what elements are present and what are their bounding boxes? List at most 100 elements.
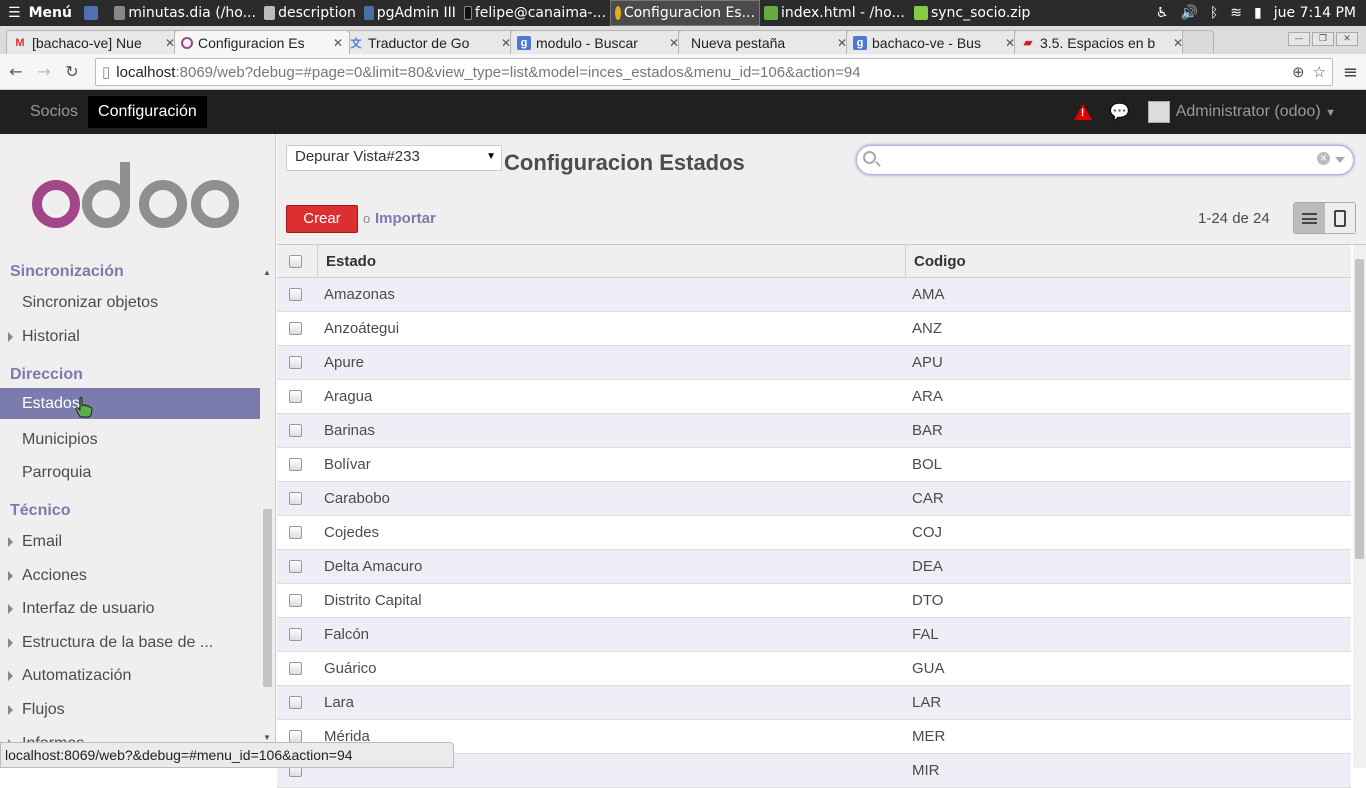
topmenu-socios[interactable]: Socios [20,96,88,128]
taskbar-item[interactable]: minutas.dia (/ho... [110,0,260,26]
create-button[interactable]: Crear [286,205,358,233]
table-row[interactable]: Guárico GUA [277,652,1351,686]
column-header-codigo[interactable]: Codigo [914,253,966,270]
reload-icon[interactable]: ↻ [58,62,86,81]
browser-tab[interactable]: Nueva pestaña ✕ [678,30,854,54]
row-checkbox[interactable] [289,560,302,573]
table-row[interactable]: Aragua ARA [277,380,1351,414]
main-scrollbar[interactable] [1353,245,1366,768]
back-icon[interactable]: ← [2,62,30,81]
row-checkbox[interactable] [289,322,302,335]
table-row[interactable]: Cojedes COJ [277,516,1351,550]
cell-codigo: CAR [912,490,944,507]
chat-icon[interactable]: 💬 [1110,102,1130,122]
table-row[interactable]: Lara LAR [277,686,1351,720]
taskbar-item[interactable]: sync_socio.zip [910,0,1040,26]
taskbar-item[interactable]: index.html - /ho... [760,0,910,26]
warning-icon[interactable]: ! [1073,104,1092,120]
taskbar-item[interactable]: felipe@canaima-... [460,0,610,26]
row-checkbox[interactable] [289,424,302,437]
browser-tab[interactable]: ▰ 3.5. Espacios en b ✕ [1014,30,1190,54]
browser-tab[interactable]: g bachaco-ve - Bus ✕ [846,30,1022,54]
sidebar-item-automatizacion[interactable]: Automatización [0,660,260,691]
row-checkbox[interactable] [289,628,302,641]
browser-menu-icon[interactable]: ≡ [1343,62,1358,83]
bookmark-star-icon[interactable]: ☆ [1313,63,1326,81]
search-input[interactable] [883,150,1303,170]
clear-search-icon[interactable]: ✕ [1317,152,1330,165]
close-tab-icon[interactable]: ✕ [333,36,343,50]
sidebar-item-sincronizar-objetos[interactable]: Sincronizar objetos [0,287,260,318]
main-content: Depurar Vista#233 ▼ Configuracion Estado… [277,134,1366,788]
wifi-icon[interactable]: ≋ [1230,5,1242,21]
row-checkbox[interactable] [289,390,302,403]
table-row[interactable]: Carabobo CAR [277,482,1351,516]
column-header-estado[interactable]: Estado [326,253,376,270]
table-row[interactable]: Amazonas AMA [277,278,1351,312]
address-bar[interactable]: ▯ localhost:8069/web?debug=#page=0&limit… [95,58,1333,86]
minimize-icon[interactable]: — [1288,32,1310,46]
maximize-icon[interactable]: ❐ [1312,32,1334,46]
sidebar-item-estados[interactable]: Estados [0,388,260,419]
list-view-button[interactable] [1294,203,1325,233]
table-row[interactable]: Bolívar BOL [277,448,1351,482]
os-menu-button[interactable]: ☰ Menú [0,0,80,26]
browser-tab[interactable]: 文 Traductor de Go ✕ [342,30,518,54]
row-checkbox[interactable] [289,356,302,369]
bluetooth-icon[interactable]: ᛒ [1210,5,1218,21]
row-checkbox[interactable] [289,662,302,675]
browser-tab[interactable]: M [bachaco-ve] Nue ✕ [6,30,182,54]
row-checkbox[interactable] [289,492,302,505]
forward-icon[interactable]: → [30,62,58,81]
sidebar-item-municipios[interactable]: Municipios [0,424,260,455]
search-box[interactable]: ✕ [856,145,1354,175]
zoom-icon[interactable]: ⊕ [1292,63,1305,81]
taskbar-item[interactable] [80,0,110,26]
sidebar-item-parroquia[interactable]: Parroquia [0,457,260,488]
row-checkbox[interactable] [289,594,302,607]
sidebar-item-historial[interactable]: Historial [0,321,260,352]
taskbar-item[interactable]: pgAdmin III [360,0,460,26]
import-link[interactable]: Importar [375,210,436,227]
sidebar-section-direccion: Direccion [10,366,83,383]
sidebar-item-email[interactable]: Email [0,526,260,557]
sidebar-scrollbar[interactable]: ▲ ▼ [261,259,274,764]
debug-view-select[interactable]: Depurar Vista#233 ▼ [286,145,502,171]
chrome-icon [614,6,621,20]
user-menu[interactable]: Administrator (odoo) ▼ [1147,101,1336,123]
table-row[interactable]: Delta Amacuro DEA [277,550,1351,584]
sidebar-item-acciones[interactable]: Acciones [0,560,260,591]
accessibility-icon[interactable]: ♿ [1156,5,1169,21]
row-checkbox[interactable] [289,526,302,539]
table-row[interactable]: Falcón FAL [277,618,1351,652]
sidebar-item-estructura[interactable]: Estructura de la base de ... [0,627,260,658]
clock[interactable]: jue 7:14 PM [1274,5,1356,21]
taskbar-item-active[interactable]: Configuracion Es... [609,0,760,26]
row-checkbox[interactable] [289,696,302,709]
volume-icon[interactable]: 🔊 [1180,5,1197,21]
table-row[interactable]: Apure APU [277,346,1351,380]
new-tab-button[interactable] [1182,30,1214,54]
form-view-button[interactable] [1324,203,1355,233]
scroll-up-icon[interactable]: ▲ [263,268,271,277]
close-window-icon[interactable]: ✕ [1336,32,1358,46]
search-options-toggle[interactable] [1335,157,1345,163]
scrollbar-thumb[interactable] [1355,259,1364,559]
browser-tab[interactable]: g modulo - Buscar ✕ [510,30,686,54]
pgadmin-icon [363,6,374,20]
taskbar-item[interactable]: description [260,0,360,26]
browser-tab-active[interactable]: Configuracion Es ✕ [174,30,350,54]
select-all-checkbox[interactable] [289,255,302,268]
pager[interactable]: 1-24 de 24 [1198,210,1270,227]
table-row[interactable]: Distrito Capital DTO [277,584,1351,618]
sidebar-item-interfaz[interactable]: Interfaz de usuario [0,593,260,624]
row-checkbox[interactable] [289,288,302,301]
table-row[interactable]: Barinas BAR [277,414,1351,448]
scrollbar-thumb[interactable] [263,509,272,687]
scroll-down-icon[interactable]: ▼ [263,733,271,742]
topmenu-configuracion[interactable]: Configuración [88,96,207,128]
sidebar-item-flujos[interactable]: Flujos [0,694,260,725]
table-row[interactable]: Anzoátegui ANZ [277,312,1351,346]
row-checkbox[interactable] [289,458,302,471]
battery-icon[interactable]: ▮ [1254,5,1262,21]
